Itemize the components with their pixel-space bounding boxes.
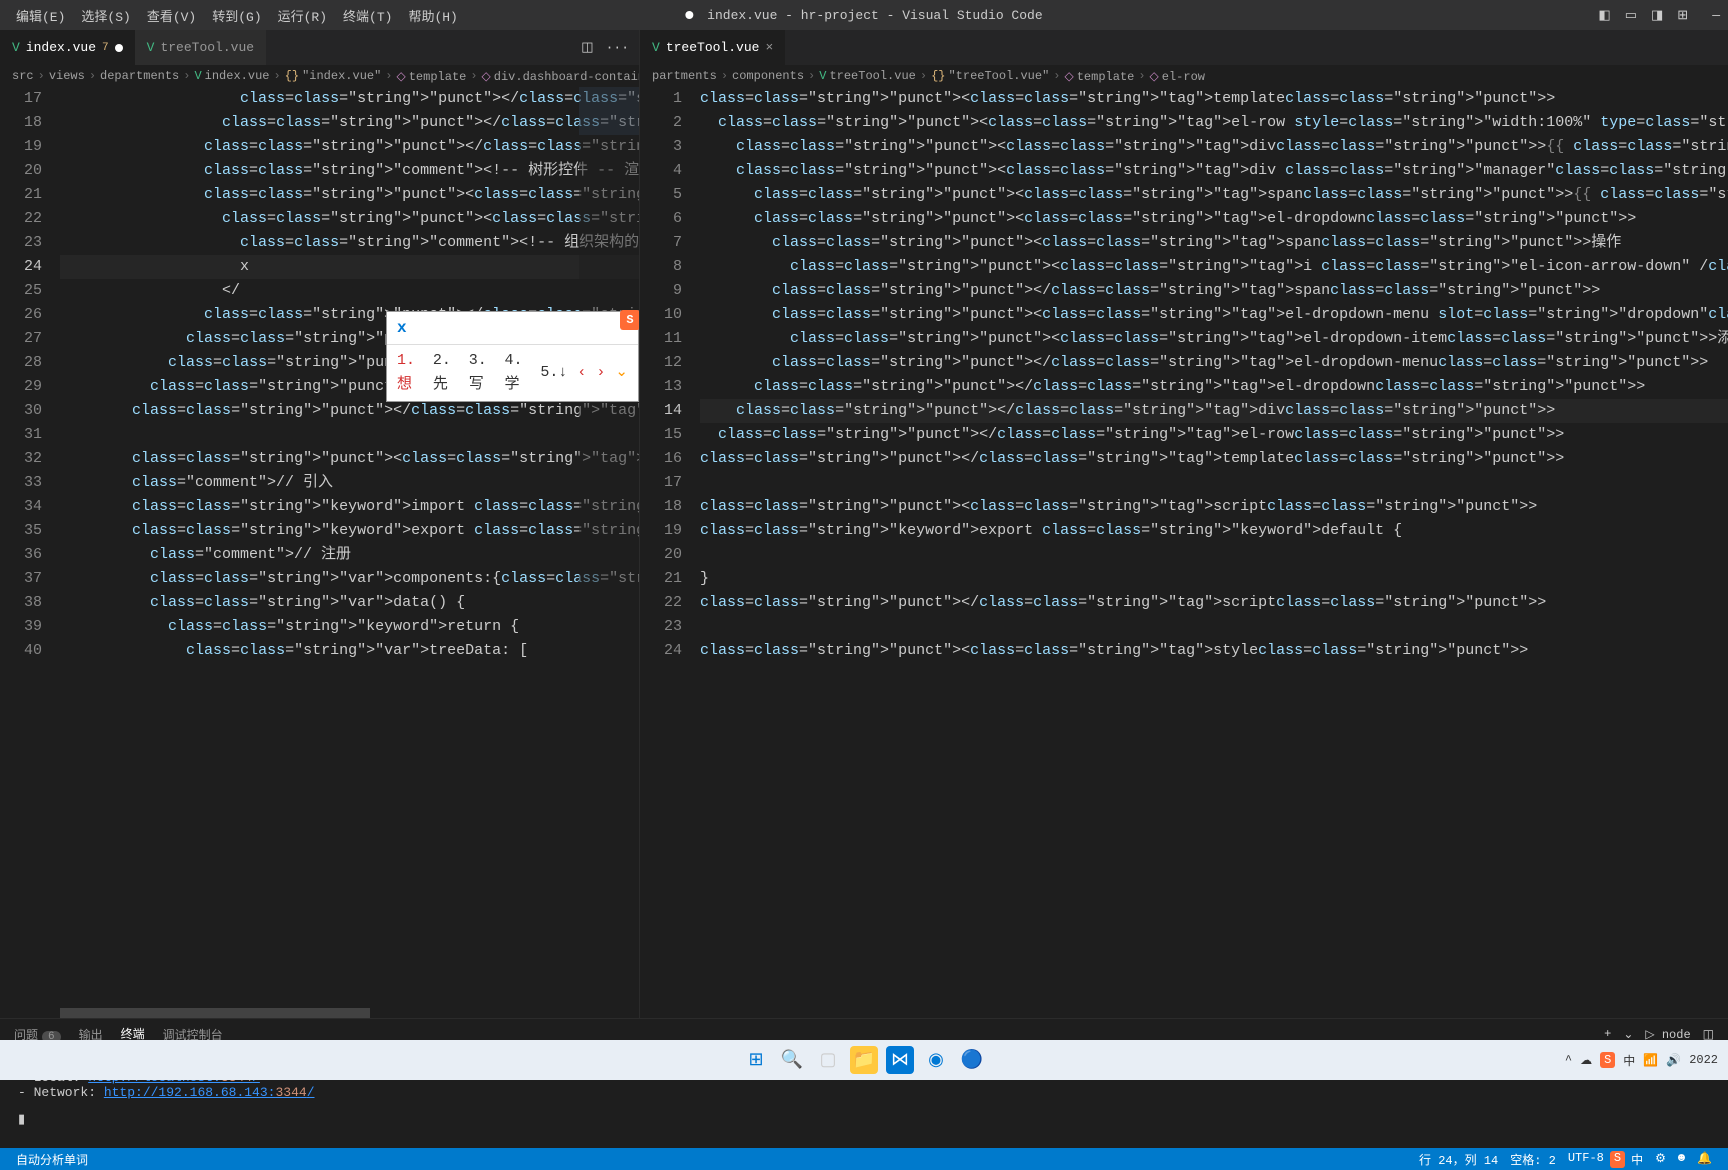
window-title: index.vue - hr-project - Visual Studio C… — [685, 8, 1042, 23]
start-button[interactable]: ⊞ — [742, 1046, 770, 1074]
tray-ime-icon[interactable]: 中 — [1623, 1052, 1635, 1069]
editor-pane-right: V treeTool.vue × partments›components›Vt… — [640, 30, 1728, 1018]
editor-more-icon[interactable]: ··· — [606, 40, 629, 55]
line-gutter: 123456789101112131415161718192021222324 — [640, 87, 700, 1018]
layout-toggle-icon[interactable]: ◧ — [1598, 8, 1610, 23]
chrome-icon[interactable]: 🔵 — [958, 1046, 986, 1074]
editor-pane-left: V index.vue 7 V treeTool.vue ◫ ··· src›v… — [0, 30, 640, 1018]
tray-clock[interactable]: 2022 — [1689, 1053, 1718, 1067]
ime-popup[interactable]: S x 1.想 2.先 3.写 4.学 5.↓ ‹ › ⌄ — [386, 311, 639, 402]
vue-icon: V — [147, 40, 155, 55]
ime-next-icon[interactable]: › — [596, 361, 605, 385]
close-icon[interactable]: × — [765, 40, 773, 55]
scrollbar-horizontal[interactable] — [60, 1008, 639, 1018]
minimize-icon[interactable]: — — [1712, 8, 1720, 23]
tray-chevron-icon[interactable]: ^ — [1565, 1053, 1572, 1067]
ime-candidates[interactable]: 1.想 2.先 3.写 4.学 5.↓ ‹ › ⌄ — [387, 345, 638, 401]
sogou-logo-icon: S — [620, 310, 639, 330]
menu-goto[interactable]: 转到(G) — [204, 6, 269, 25]
bottom-panel: 问题6 输出 终端 调试控制台 + ⌄ ▷ node ◫ App running… — [0, 1018, 1728, 1148]
ime-dropdown-icon[interactable]: ⌄ — [615, 361, 628, 385]
tab-treetool-right[interactable]: V treeTool.vue × — [640, 30, 785, 65]
explorer-icon[interactable]: 📁 — [850, 1046, 878, 1074]
menu-run[interactable]: 运行(R) — [270, 6, 335, 25]
editor-tabs-right: V treeTool.vue × — [640, 30, 1728, 65]
layout-side-icon[interactable]: ◨ — [1651, 8, 1663, 23]
tray-sogou-icon[interactable]: S — [1600, 1052, 1615, 1068]
editor-tabs-left: V index.vue 7 V treeTool.vue ◫ ··· — [0, 30, 639, 65]
status-settings-icon[interactable]: ⚙ — [1649, 1151, 1672, 1168]
search-icon[interactable]: 🔍 — [778, 1046, 806, 1074]
menu-edit[interactable]: 编辑(E) — [8, 6, 73, 25]
status-spaces[interactable]: 空格: 2 — [1504, 1151, 1562, 1168]
code-editor-right[interactable]: class=class="string">"punct"><class=clas… — [700, 87, 1728, 1018]
modified-dot-icon — [115, 44, 123, 52]
tray-onedrive-icon[interactable]: ☁ — [1580, 1053, 1592, 1068]
tab-treetool-vue[interactable]: V treeTool.vue — [135, 30, 266, 65]
vscode-icon[interactable]: ⋈ — [886, 1046, 914, 1074]
status-bell-icon[interactable]: 🔔 — [1691, 1151, 1718, 1168]
layout-panel-icon[interactable]: ▭ — [1625, 8, 1637, 23]
tab-index-vue[interactable]: V index.vue 7 — [0, 30, 135, 65]
status-notif-icon[interactable]: ☻ — [1672, 1151, 1691, 1168]
layout-grid-icon[interactable]: ⊞ — [1677, 8, 1688, 23]
menu-help[interactable]: 帮助(H) — [400, 6, 465, 25]
split-editor-icon[interactable]: ◫ — [581, 40, 593, 55]
status-left[interactable]: 自动分析单词 — [10, 1151, 94, 1168]
breadcrumb-right[interactable]: partments›components›VtreeTool.vue›{}"tr… — [640, 65, 1728, 87]
ime-prev-icon[interactable]: ‹ — [577, 361, 586, 385]
ime-input: x — [387, 312, 638, 345]
code-editor-left[interactable]: class=class="string">"punct"></class=cla… — [60, 87, 639, 1018]
ime-lang-badge[interactable]: 中 — [1625, 1151, 1649, 1168]
status-encoding[interactable]: UTF-8 — [1562, 1151, 1610, 1168]
vue-icon: V — [12, 40, 20, 55]
tray-wifi-icon[interactable]: 📶 — [1643, 1053, 1658, 1068]
edge-icon[interactable]: ◉ — [922, 1046, 950, 1074]
status-cursor[interactable]: 行 24，列 14 — [1413, 1151, 1504, 1168]
taskview-icon[interactable]: ▢ — [814, 1046, 842, 1074]
menu-select[interactable]: 选择(S) — [73, 6, 138, 25]
sogou-status-icon[interactable]: S — [1610, 1151, 1625, 1168]
menu-terminal[interactable]: 终端(T) — [335, 6, 400, 25]
minimap[interactable] — [579, 87, 639, 1018]
menubar: 编辑(E) 选择(S) 查看(V) 转到(G) 运行(R) 终端(T) 帮助(H… — [0, 0, 1728, 30]
line-gutter: 1718192021222324252627282930313233343536… — [0, 87, 60, 1018]
vue-icon: V — [652, 40, 660, 55]
modified-dot-icon — [685, 11, 693, 19]
windows-taskbar: ⊞ 🔍 ▢ 📁 ⋈ ◉ 🔵 ^ ☁ S 中 📶 🔊 2022 — [0, 1040, 1728, 1080]
statusbar: 自动分析单词 行 24，列 14 空格: 2 UTF-8 S 中 ⚙ ☻ 🔔 — [0, 1148, 1728, 1170]
menu-view[interactable]: 查看(V) — [139, 6, 204, 25]
breadcrumb-left[interactable]: src›views›departments›Vindex.vue›{}"inde… — [0, 65, 639, 87]
tray-volume-icon[interactable]: 🔊 — [1666, 1053, 1681, 1068]
